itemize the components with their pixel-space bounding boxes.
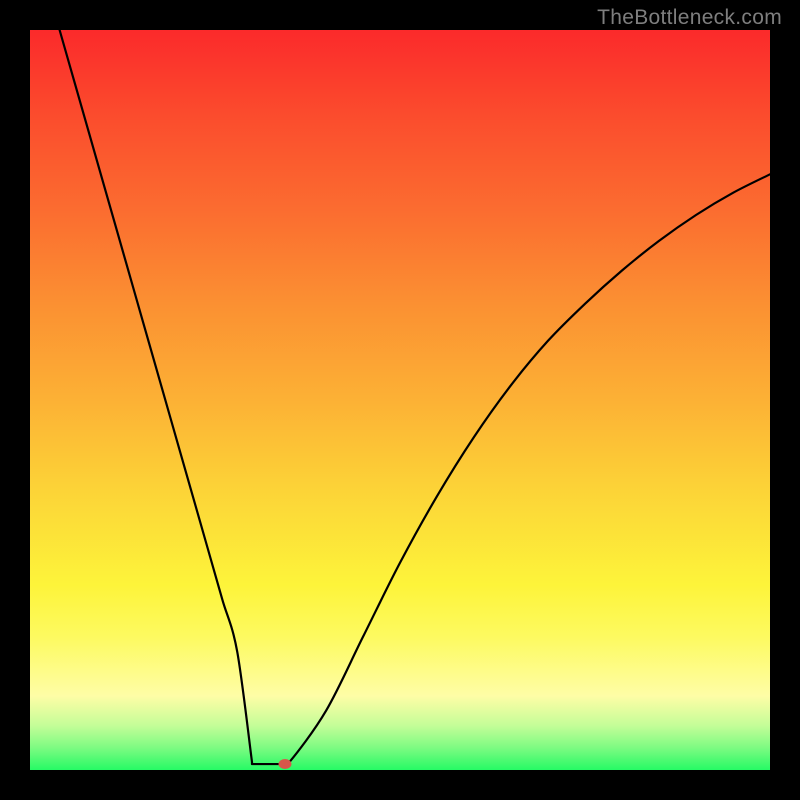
watermark-text: TheBottleneck.com [597, 6, 782, 30]
plot-area [30, 30, 770, 770]
chart-container: TheBottleneck.com [0, 0, 800, 800]
curve-svg [30, 30, 770, 770]
min-marker [279, 759, 292, 769]
bottleneck-curve-path [60, 30, 770, 767]
